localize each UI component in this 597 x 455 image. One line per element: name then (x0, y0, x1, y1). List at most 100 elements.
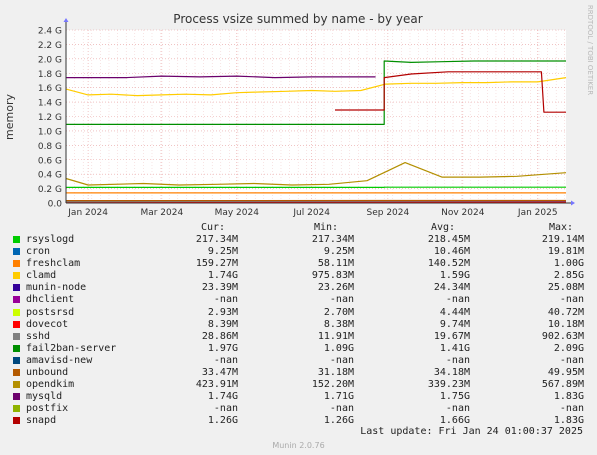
legend-swatch (13, 236, 20, 243)
legend-min: 9.25M (323, 246, 354, 258)
legend-max: 49.95M (547, 367, 584, 379)
legend-cur: 423.91M (195, 379, 238, 391)
y-ticks: 0.0 0.2 G 0.4 G 0.6 G 0.8 G 1.0 G 1.2 G 1.4 G 1.… (38, 27, 62, 210)
legend-avg: 218.45M (427, 234, 470, 245)
legend-min: 23.26M (317, 282, 354, 294)
y-tick-label: 1.6 G (38, 84, 62, 94)
legend-avg: -nan (445, 294, 470, 306)
legend-row: rsyslogd 217.34M 217.34M 218.45M 219.14M (0, 234, 597, 246)
legend-min: -nan (329, 294, 354, 306)
legend-min: 152.20M (311, 379, 354, 391)
legend-min: 975.83M (311, 270, 354, 282)
legend-cur: 217.34M (195, 234, 238, 245)
legend-max: 219.14M (541, 234, 584, 245)
legend-swatch (13, 272, 20, 280)
legend-row: unbound 33.47M 31.18M 34.18M 49.95M (0, 367, 597, 379)
legend-avg: 1.75G (439, 391, 470, 403)
legend-header-max: Max: (549, 222, 574, 233)
legend-max: -nan (559, 354, 584, 366)
legend-swatch (13, 344, 20, 352)
legend-avg: -nan (445, 403, 470, 415)
y-tick-label: 0.2 G (38, 185, 62, 195)
legend-name: munin-node (26, 282, 87, 294)
legend-min: 8.38M (323, 318, 354, 330)
y-axis-label: memory (3, 94, 16, 140)
chart-title: Process vsize summed by name - by year (173, 12, 422, 26)
legend-cur: 33.47M (201, 367, 238, 379)
legend-name: postfix (26, 403, 69, 415)
legend-row: postsrsd 2.93M 2.70M 4.44M 40.72M (0, 307, 597, 319)
legend-avg: 1.66G (439, 415, 470, 427)
y-tick-label: 2.2 G (38, 41, 62, 51)
legend-max: 1.83G (553, 415, 584, 427)
legend-cur: 28.86M (201, 330, 238, 342)
legend-row: sshd 28.86M 11.91M 19.67M 902.63M (0, 331, 597, 343)
footer: Munin 2.0.76 (272, 441, 325, 450)
legend-max: 25.08M (547, 282, 584, 294)
legend-cur: -nan (213, 403, 238, 415)
legend-avg: 24.34M (433, 282, 470, 294)
legend-avg: -nan (445, 354, 470, 366)
legend-cur: 1.74G (207, 270, 238, 282)
legend-name: unbound (26, 367, 69, 379)
legend-swatch (13, 320, 20, 328)
legend-row: fail2ban-server 1.97G 1.09G 1.41G 2.09G (0, 343, 597, 355)
legend-header-min: Min: (314, 222, 339, 233)
x-tick-label: May 2024 (215, 208, 260, 218)
legend-swatch (13, 369, 20, 377)
legend-row: amavisd-new -nan -nan -nan -nan (0, 355, 597, 367)
y-tick-label: 0.4 G (38, 171, 62, 181)
legend-max: -nan (559, 403, 584, 415)
y-tick-label: 0.6 G (38, 156, 62, 166)
legend-swatch (13, 356, 20, 364)
legend-max: 1.83G (553, 391, 584, 403)
x-axis-arrow (571, 200, 575, 206)
legend-max: 10.18M (547, 318, 584, 330)
legend-avg: 9.74M (439, 318, 470, 330)
legend-min: 217.34M (311, 234, 354, 245)
legend-name: sshd (26, 330, 51, 342)
legend-avg: 19.67M (433, 330, 470, 342)
legend-row: opendkim 423.91M 152.20M 339.23M 567.89M (0, 379, 597, 391)
legend-row: mysqld 1.74G 1.71G 1.75G 1.83G (0, 391, 597, 403)
legend-header: Cur: Min: Avg: Max: (0, 222, 597, 234)
legend-max: 902.63M (541, 330, 584, 342)
legend-min: -nan (329, 354, 354, 366)
legend-row: munin-node 23.39M 23.26M 24.34M 25.08M (0, 282, 597, 294)
legend-avg: 1.41G (439, 342, 470, 354)
y-tick-label: 2.0 G (38, 55, 62, 65)
legend-min: -nan (329, 403, 354, 415)
legend-row: dhclient -nan -nan -nan -nan (0, 294, 597, 306)
legend-max: 1.00G (553, 258, 584, 270)
legend-cur: 9.25M (207, 246, 238, 258)
legend-cur: 1.26G (207, 415, 238, 427)
x-tick-label: Sep 2024 (367, 208, 410, 218)
legend-swatch (13, 260, 20, 268)
legend-row: dovecot 8.39M 8.38M 9.74M 10.18M (0, 319, 597, 331)
legend-max: 567.89M (541, 379, 584, 391)
legend-swatch (13, 296, 20, 304)
y-tick-label: 1.0 G (38, 127, 62, 137)
y-tick-label: 0.0 (48, 200, 63, 210)
legend-cur: 8.39M (207, 318, 238, 330)
legend-swatch (13, 332, 20, 340)
legend-name: postsrsd (26, 306, 75, 318)
legend-name: fail2ban-server (26, 342, 117, 354)
x-ticks: Jan 2024 Mar 2024 May 2024 Jul 2024 Sep 2024… (67, 208, 557, 218)
legend-max: 2.09G (553, 342, 584, 354)
y-tick-label: 1.2 G (38, 113, 62, 123)
legend-header-cur: Cur: (201, 222, 226, 233)
legend-name: rsyslogd (26, 234, 75, 245)
y-tick-label: 1.4 G (38, 99, 62, 109)
legend-avg: 10.46M (433, 246, 470, 258)
legend-row: clamd 1.74G 975.83M 1.59G 2.85G (0, 270, 597, 282)
x-tick-label: Jan 2024 (67, 208, 108, 218)
legend-avg: 1.59G (439, 270, 470, 282)
legend-max: -nan (559, 294, 584, 306)
legend-cur: 159.27M (195, 258, 238, 270)
legend-swatch (13, 381, 20, 389)
legend-name: amavisd-new (26, 354, 93, 366)
legend-swatch (13, 417, 20, 425)
legend-min: 11.91M (317, 330, 354, 342)
y-tick-label: 1.8 G (38, 70, 62, 80)
